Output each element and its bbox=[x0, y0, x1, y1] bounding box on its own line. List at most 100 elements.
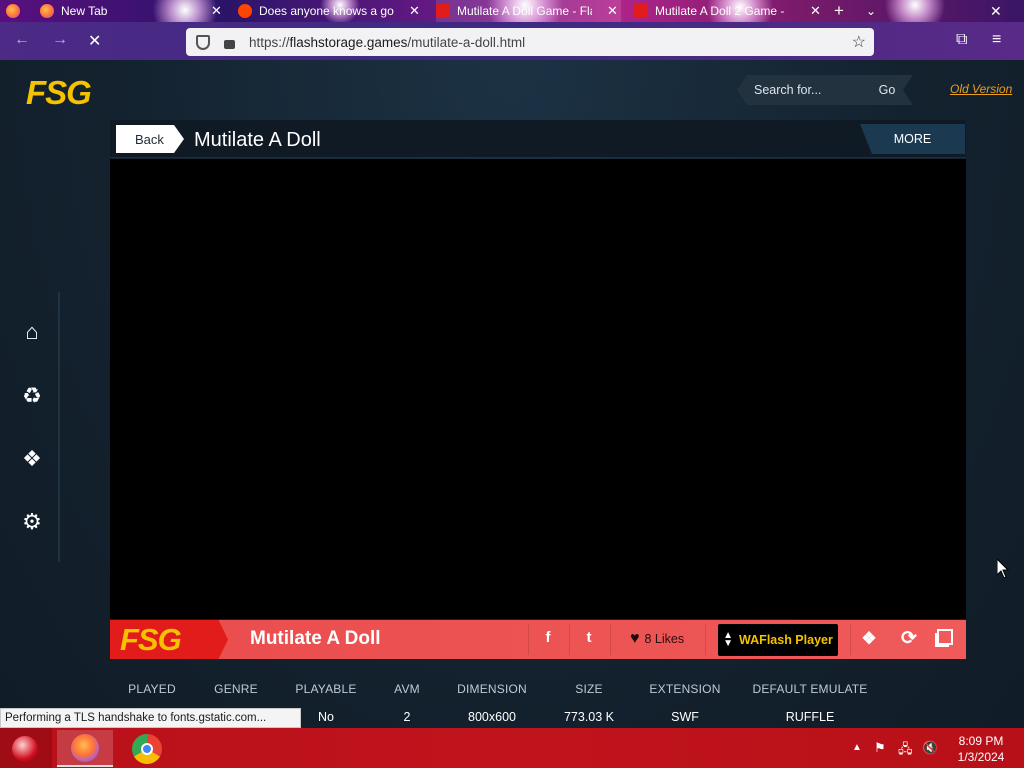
pinned-tab[interactable] bbox=[6, 0, 36, 22]
grid-icon[interactable]: ❖ bbox=[858, 629, 880, 649]
show-hidden-icons-icon[interactable]: ▲ bbox=[852, 742, 862, 753]
flag-icon[interactable]: ⚑ bbox=[874, 740, 886, 756]
stat-header: PLAYED bbox=[128, 682, 176, 696]
start-orb-icon bbox=[12, 736, 38, 762]
new-tab-button[interactable]: + bbox=[834, 0, 844, 22]
settings-icon[interactable]: ⚙ bbox=[20, 510, 44, 534]
forward-button[interactable]: → bbox=[52, 31, 68, 49]
menu-button[interactable]: ≡ bbox=[992, 31, 1001, 49]
taskbar-chrome[interactable] bbox=[119, 730, 175, 767]
firefox-icon bbox=[71, 733, 99, 762]
divider bbox=[850, 624, 851, 655]
url-path: /mutilate-a-doll.html bbox=[407, 34, 526, 50]
close-tab-icon[interactable]: ✕ bbox=[607, 3, 618, 19]
reddit-icon bbox=[238, 4, 252, 18]
stat-value: 2 bbox=[403, 710, 411, 724]
more-button[interactable]: MORE bbox=[860, 124, 965, 154]
tab-reddit[interactable]: Does anyone knows a go ✕ bbox=[238, 0, 423, 22]
lock-icon bbox=[224, 39, 235, 49]
close-tab-icon[interactable]: ✕ bbox=[810, 3, 821, 19]
url-prefix: https:// bbox=[249, 34, 290, 50]
likes-button[interactable]: ♥ 8 Likes bbox=[630, 630, 684, 648]
close-icon: ✕ bbox=[990, 2, 1002, 19]
stat-value: RUFFLE bbox=[785, 710, 835, 724]
url-host: flashstorage.games bbox=[289, 34, 408, 50]
firefox-icon bbox=[40, 4, 54, 18]
reload-icon[interactable]: ⟳ bbox=[898, 627, 920, 650]
old-version-link[interactable]: Old Version bbox=[950, 82, 1012, 96]
shield-icon bbox=[196, 34, 210, 50]
hamburger-icon: ≡ bbox=[992, 31, 1002, 48]
stat-header: DEFAULT EMULATE bbox=[752, 682, 868, 696]
player-select-button[interactable]: ▲ ▼ WAFlash Player bbox=[718, 624, 838, 656]
arrow-right-icon: → bbox=[52, 31, 68, 48]
close-icon: ✕ bbox=[88, 33, 102, 50]
divider bbox=[528, 624, 529, 655]
tab-mutilate-a-doll-2[interactable]: Mutilate A Doll 2 Game - ✕ bbox=[634, 0, 824, 22]
back-button[interactable]: Back bbox=[116, 125, 184, 153]
divider bbox=[569, 624, 570, 655]
fsg-icon bbox=[436, 4, 450, 18]
bookmark-star-icon[interactable]: ☆ bbox=[852, 32, 866, 52]
stat-header: GENRE bbox=[214, 682, 258, 696]
heart-icon: ♥ bbox=[630, 630, 640, 647]
tab-title: New Tab bbox=[61, 4, 108, 18]
game-canvas[interactable] bbox=[110, 159, 966, 619]
recycle-icon[interactable]: ♻ bbox=[20, 384, 44, 408]
game-title: Mutilate A Doll bbox=[194, 129, 321, 151]
url-bar[interactable]: https://flashstorage.games/mutilate-a-do… bbox=[186, 28, 874, 56]
divider bbox=[705, 624, 706, 655]
taskbar-firefox[interactable] bbox=[57, 730, 113, 767]
stop-button[interactable]: ✕ bbox=[88, 31, 101, 51]
mouse-cursor-icon bbox=[997, 559, 1009, 579]
clock-time: 8:09 PM bbox=[958, 734, 1004, 748]
divider bbox=[610, 624, 611, 655]
chrome-icon bbox=[132, 733, 162, 764]
tab-title: Mutilate A Doll 2 Game - bbox=[655, 4, 785, 18]
search-input[interactable]: Search for... bbox=[737, 83, 867, 97]
stat-header: PLAYABLE bbox=[295, 682, 357, 696]
stat-header: SIZE bbox=[575, 682, 603, 696]
close-tab-icon[interactable]: ✕ bbox=[211, 3, 222, 19]
grid-icon[interactable]: ❖ bbox=[20, 447, 44, 471]
tab-title: Does anyone knows a go bbox=[259, 4, 394, 18]
tab-list-button[interactable]: ⌄ bbox=[866, 0, 876, 22]
extensions-button[interactable]: ⧉ bbox=[956, 31, 967, 49]
close-tab-icon[interactable]: ✕ bbox=[409, 3, 420, 19]
search-box: Search for... Go bbox=[737, 75, 913, 105]
twitter-icon[interactable]: t bbox=[578, 629, 600, 646]
network-icon[interactable]: 🖧 bbox=[898, 740, 913, 762]
firefox-icon bbox=[6, 4, 20, 18]
toolbar-game-title: Mutilate A Doll bbox=[250, 628, 381, 649]
stat-header: DIMENSION bbox=[457, 682, 527, 696]
home-icon[interactable]: ⌂ bbox=[20, 320, 44, 344]
status-bar-text: Performing a TLS handshake to fonts.gsta… bbox=[0, 708, 301, 728]
tab-mutilate-a-doll[interactable]: Mutilate A Doll Game - Fla ✕ bbox=[436, 0, 621, 22]
likes-count: 8 Likes bbox=[644, 632, 685, 646]
player-select-label: WAFlash Player bbox=[739, 633, 833, 647]
volume-muted-icon[interactable]: 🔇 bbox=[922, 740, 938, 756]
facebook-icon[interactable]: f bbox=[537, 629, 559, 646]
url-text: https://flashstorage.games/mutilate-a-do… bbox=[249, 35, 525, 50]
sidebar-divider bbox=[58, 292, 60, 562]
puzzle-icon: ⧉ bbox=[956, 31, 968, 48]
stat-value: SWF bbox=[671, 710, 699, 724]
window-close-button[interactable]: ✕ bbox=[990, 0, 1002, 22]
fullscreen-icon[interactable] bbox=[934, 629, 956, 649]
back-button[interactable]: ← bbox=[14, 31, 30, 49]
tab-new-tab[interactable]: New Tab ✕ bbox=[40, 0, 225, 22]
plus-icon: + bbox=[834, 1, 844, 20]
tab-title: Mutilate A Doll Game - Fla bbox=[457, 4, 592, 18]
start-button[interactable] bbox=[0, 728, 52, 768]
clock-date: 1/3/2024 bbox=[957, 750, 1005, 764]
sort-arrows-icon: ▲ ▼ bbox=[723, 630, 734, 649]
toolbar-logo: FSG bbox=[110, 620, 228, 659]
taskbar-clock[interactable]: 8:09 PM 1/3/2024 bbox=[948, 733, 1014, 765]
search-go-button[interactable]: Go bbox=[867, 83, 907, 97]
fsg-icon bbox=[634, 4, 648, 18]
arrow-left-icon: ← bbox=[14, 31, 30, 48]
chevron-down-icon: ⌄ bbox=[866, 4, 877, 18]
site-logo[interactable]: FSG bbox=[26, 74, 92, 112]
stat-header: AVM bbox=[394, 682, 420, 696]
stat-header: EXTENSION bbox=[649, 682, 721, 696]
